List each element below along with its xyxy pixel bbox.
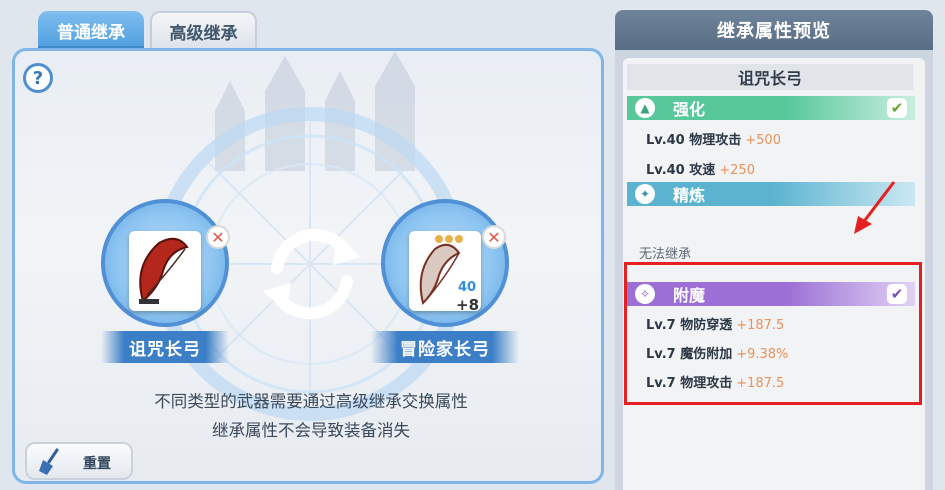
- help-button[interactable]: ?: [23, 63, 53, 93]
- arrow-up-icon: ▲: [635, 98, 655, 118]
- reset-label: 重置: [83, 456, 111, 472]
- refine-plus: +8: [456, 296, 480, 314]
- remove-left-weapon-button[interactable]: ✕: [206, 225, 230, 249]
- enhance-section: ▲ 强化 ✔: [627, 96, 915, 120]
- close-icon: ✕: [211, 227, 225, 247]
- weapon-level: 40: [458, 280, 477, 295]
- refine-icon: ✦: [635, 184, 655, 204]
- stat-value: +500: [745, 133, 781, 148]
- tab-advanced-inherit[interactable]: 高级继承: [150, 11, 257, 49]
- refine-note: 无法继承: [639, 247, 692, 262]
- reset-button[interactable]: 重置: [25, 442, 133, 480]
- annotation-arrow-icon: [854, 181, 896, 234]
- enhance-stat-row: Lv.40 攻速 +250: [646, 159, 755, 178]
- left-weapon-name: 诅咒长弓: [101, 331, 229, 363]
- swap-arrows-icon: [263, 228, 361, 320]
- hint-line-1: 不同类型的武器需要通过高级继承交换属性: [154, 392, 468, 411]
- cursed-bow-icon: [139, 237, 189, 304]
- stat-name: Lv.40 物理攻击: [646, 133, 742, 148]
- left-weapon-card[interactable]: [129, 231, 201, 311]
- broom-icon: [39, 448, 59, 475]
- tab-normal-inherit[interactable]: 普通继承: [38, 11, 144, 49]
- preview-title: 继承属性预览: [615, 10, 933, 50]
- remove-right-weapon-button[interactable]: ✕: [482, 225, 506, 249]
- refine-label: 精炼: [673, 186, 706, 205]
- inherit-panel: ? ✕ 诅咒长弓 40 +8 ✕ 冒险家长弓 不同类型的武器需要通过高级继承交换…: [12, 48, 604, 484]
- close-icon: ✕: [487, 227, 501, 247]
- highlight-box: [624, 262, 922, 405]
- enhance-stat-row: Lv.40 物理攻击 +500: [646, 129, 781, 148]
- hint-line-2: 继承属性不会导致装备消失: [212, 421, 410, 440]
- enhance-label: 强化: [673, 100, 706, 119]
- enhance-checkbox[interactable]: ✔: [887, 98, 907, 118]
- preview-weapon-name: 诅咒长弓: [627, 64, 913, 90]
- right-weapon-name: 冒险家长弓: [371, 331, 519, 363]
- stat-value: +250: [719, 163, 755, 178]
- stat-name: Lv.40 攻速: [646, 163, 716, 178]
- inherit-preview-panel: 继承属性预览 诅咒长弓 ▲ 强化 ✔ Lv.40 物理攻击 +500 Lv.40 …: [615, 10, 933, 490]
